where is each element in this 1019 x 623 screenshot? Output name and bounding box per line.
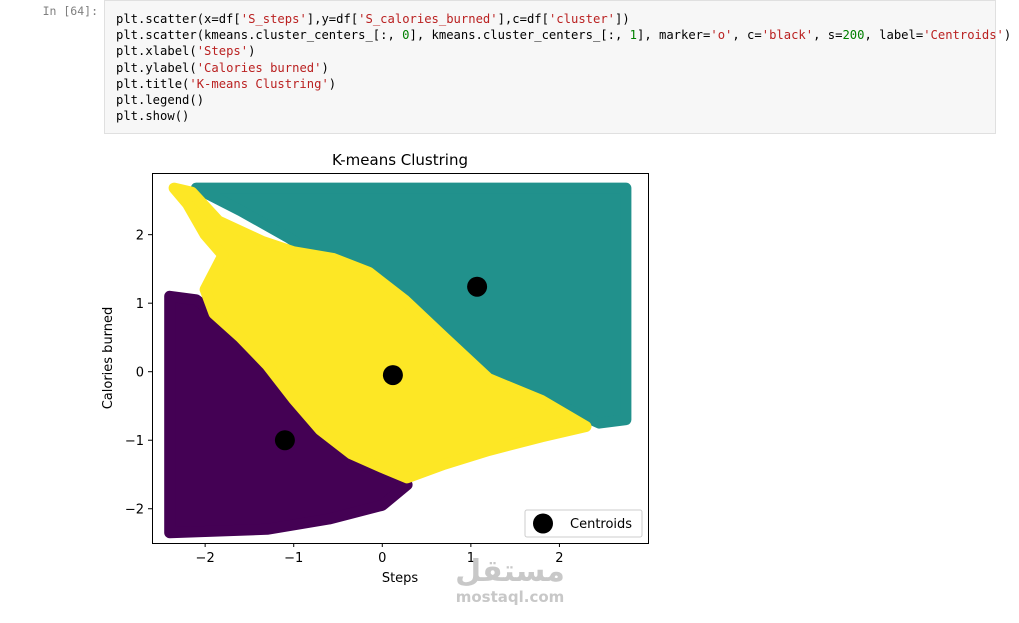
y-tick-label: −1 <box>125 434 144 449</box>
code-text: , s= <box>813 28 843 43</box>
code-string: 'Centroids' <box>923 28 1004 43</box>
code-text: ) <box>328 76 337 91</box>
x-axis-label: Steps <box>382 571 419 586</box>
code-cell[interactable]: plt.scatter(x=df['S_steps'],y=df['S_calo… <box>104 0 1011 134</box>
code-string: 'Calories burned' <box>196 60 322 75</box>
code-text: ], kmeans.cluster_centers_[:, <box>409 28 630 43</box>
x-tick-label: 0 <box>378 551 386 566</box>
code-string: 'black' <box>761 28 814 43</box>
legend-centroid-marker <box>533 513 553 534</box>
code-text: plt.legend() <box>116 93 205 108</box>
y-tick-label: 1 <box>136 297 144 312</box>
code-text: plt.title( <box>116 76 190 91</box>
code-string: 'Steps' <box>196 44 249 59</box>
x-tick-label: −2 <box>196 551 215 566</box>
x-tick-label: −1 <box>284 551 303 566</box>
legend: Centroids <box>524 509 643 538</box>
code-text: ) <box>321 60 329 75</box>
code-number: 0 <box>402 28 410 43</box>
y-axis-label: Calories burned <box>101 307 116 410</box>
code-editor[interactable]: plt.scatter(x=df['S_steps'],y=df['S_calo… <box>116 11 1011 124</box>
code-text: plt.scatter(kmeans.cluster_centers_[:, <box>116 28 403 43</box>
scatter-chart: K-means Clustring −2 −1 0 1 2 −2−1012 Steps … <box>101 151 649 586</box>
code-string: 'cluster' <box>548 12 616 26</box>
code-text: ],y=df[ <box>306 12 359 26</box>
code-text: plt.ylabel( <box>116 60 197 75</box>
mostaql-watermark: مستقل mostaql.com <box>440 554 580 606</box>
code-number: 200 <box>842 28 865 43</box>
code-text: ) <box>248 44 256 59</box>
code-text: ], marker= <box>636 28 711 43</box>
code-string: 'o' <box>710 28 733 43</box>
code-text: plt.scatter(x=df[ <box>116 12 241 26</box>
centroid-0 <box>274 430 295 451</box>
watermark-arabic: مستقل <box>455 554 565 589</box>
chart-title: K-means Clustring <box>332 151 468 169</box>
code-text: ]) <box>615 12 630 26</box>
centroid-2 <box>467 276 488 297</box>
code-string: 'S_steps' <box>240 12 307 26</box>
y-tick-label: 2 <box>136 229 144 244</box>
code-text: ) <box>1003 28 1012 43</box>
code-text: , label= <box>864 28 924 43</box>
watermark-latin: mostaql.com <box>455 588 565 606</box>
cell-output: K-means Clustring −2 −1 0 1 2 −2 −1 0 1 2 Steps … <box>95 145 665 615</box>
code-string: 'S_calories_burned' <box>358 12 498 26</box>
code-text: , c= <box>732 28 762 43</box>
code-string: 'K-means Clustring' <box>189 76 329 91</box>
code-text: plt.show() <box>116 109 190 124</box>
code-text: plt.xlabel( <box>116 44 197 59</box>
centroid-1 <box>382 365 403 386</box>
y-tick-label: 0 <box>136 366 144 381</box>
code-text: ],c=df[ <box>497 12 549 26</box>
legend-entry: Centroids <box>570 517 632 532</box>
y-tick-label: −2 <box>125 503 144 518</box>
cell-prompt: In [64]: <box>42 4 98 18</box>
code-number: 1 <box>629 28 637 43</box>
